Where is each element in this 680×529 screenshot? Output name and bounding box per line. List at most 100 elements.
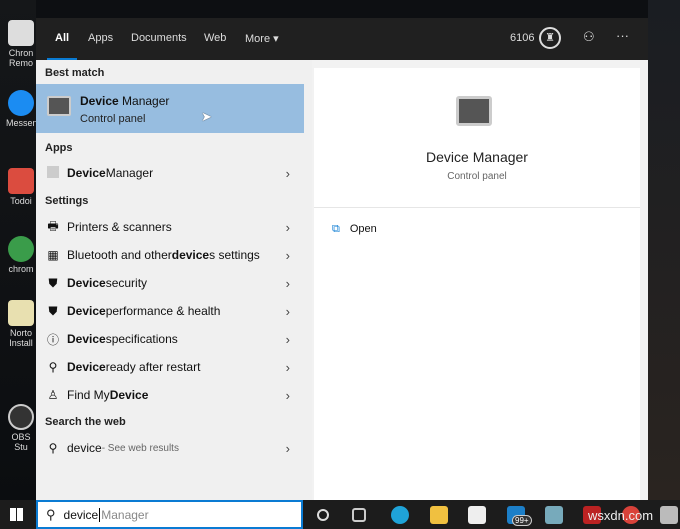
item-bold: Device — [67, 166, 106, 180]
best-match-title: Manager — [118, 94, 170, 108]
device-manager-large-icon — [456, 96, 492, 126]
shield-icon: ⛊ — [48, 275, 58, 290]
settings-item[interactable]: ⓘ Device specifications › — [36, 326, 304, 352]
mouse-cursor-icon: ➤ — [201, 109, 212, 124]
item-text: Printers & scanners — [67, 220, 172, 234]
find-device-icon: ♙ — [47, 388, 59, 402]
search-icon: ⚲ — [48, 441, 58, 455]
search-input[interactable]: ⚲ device Manager — [36, 500, 303, 529]
divider — [314, 207, 640, 208]
info-icon: ⓘ — [46, 332, 59, 347]
settings-item[interactable]: ♙ Find My Device › — [36, 382, 304, 408]
caret-down-icon: ▾ — [273, 33, 279, 45]
app-device-manager[interactable]: Device Manager › — [36, 160, 304, 186]
search-typed-text: device — [63, 507, 99, 522]
app-placeholder-icon — [45, 165, 61, 181]
bluetooth-devices-icon: ▦ — [47, 248, 59, 262]
windows-start-icon[interactable] — [10, 508, 23, 521]
item-text: security — [105, 276, 148, 290]
item-text: Find My — [67, 388, 110, 402]
chevron-right-icon[interactable]: › — [286, 388, 290, 403]
open-action[interactable]: ⧉ Open — [332, 223, 377, 236]
printer-icon: 🖶 — [47, 218, 59, 233]
tab-more-label: More — [245, 33, 271, 45]
app-icon[interactable] — [545, 506, 563, 524]
desktop-icon-messenger[interactable]: Messen — [6, 90, 38, 128]
best-match-subtitle: Control panel — [80, 113, 146, 125]
rewards-points: 6106 — [510, 32, 535, 44]
item-bold: Device — [67, 304, 106, 318]
desktop-icon-label: Chron Remo — [8, 48, 34, 68]
text-cursor — [99, 507, 101, 522]
section-settings: Settings — [45, 195, 89, 207]
best-match-device-manager[interactable]: Device Manager Control panel ➤ — [36, 84, 304, 133]
open-icon: ⧉ — [332, 223, 340, 235]
desktop-icon-label: Norto Install — [9, 328, 33, 348]
tab-more[interactable]: More ▾ — [245, 32, 279, 45]
chevron-right-icon[interactable]: › — [286, 166, 290, 181]
search-suggestion: Manager — [101, 507, 149, 522]
chevron-right-icon[interactable]: › — [286, 332, 290, 347]
device-manager-icon — [47, 96, 71, 116]
more-options-icon[interactable]: ··· — [616, 28, 629, 43]
tab-documents[interactable]: Documents — [131, 32, 187, 44]
chevron-right-icon[interactable]: › — [286, 441, 290, 456]
desktop-icon-norton[interactable]: Norto Install — [6, 300, 36, 348]
chevron-right-icon[interactable]: › — [286, 304, 290, 319]
desktop-icon-chrome[interactable]: chrom — [6, 236, 36, 274]
item-bold: Device — [109, 388, 149, 402]
item-text: s settings — [209, 248, 260, 262]
desktop-icon-label: Todoi — [10, 196, 32, 206]
task-view-icon[interactable] — [352, 508, 366, 522]
web-result-device[interactable]: ⚲ device - See web results › — [36, 435, 304, 461]
settings-item[interactable]: 🖶 Printers & scanners › — [36, 214, 304, 240]
settings-item[interactable]: ⚲ Device ready after restart › — [36, 354, 304, 380]
cortana-icon[interactable] — [317, 509, 329, 521]
key-icon: ⚲ — [48, 360, 58, 374]
settings-item[interactable]: ⛊ Device security › — [36, 270, 304, 296]
item-text: specifications — [105, 332, 178, 346]
settings-item[interactable]: ⛊ Device performance & health › — [36, 298, 304, 324]
desktop-icon-chrome-remote[interactable]: Chron Remo — [6, 20, 36, 68]
store-icon[interactable] — [468, 506, 486, 524]
chevron-right-icon[interactable]: › — [286, 220, 290, 235]
feedback-icon[interactable]: ⚇ — [583, 29, 595, 45]
chevron-right-icon[interactable]: › — [286, 360, 290, 375]
desktop-icon-label: chrom — [8, 264, 34, 274]
desktop-icon-obs[interactable]: OBS Stu — [6, 404, 36, 452]
preview-subtitle: Control panel — [447, 171, 507, 182]
item-text: Bluetooth and other — [67, 248, 172, 262]
item-text: Manager — [105, 166, 154, 180]
desktop-background — [648, 0, 680, 500]
tab-all[interactable]: All — [46, 32, 78, 60]
web-query: device — [67, 441, 102, 455]
notification-badge: 99+ — [512, 515, 532, 526]
desktop-icon-todoist[interactable]: Todoi — [6, 168, 36, 206]
edge-icon[interactable] — [391, 506, 409, 524]
search-icon: ⚲ — [46, 506, 56, 522]
settings-item[interactable]: ▦ Bluetooth and other device s settings › — [36, 242, 304, 268]
chevron-right-icon[interactable]: › — [286, 248, 290, 263]
desktop-icon-label: Messen — [6, 118, 38, 128]
desktop-icon-label: OBS Stu — [11, 432, 31, 452]
item-bold: Device — [67, 276, 106, 290]
item-bold: Device — [67, 360, 106, 374]
item-bold: device — [171, 248, 210, 262]
results-list: Best match Device Manager Control panel … — [36, 60, 312, 500]
best-match-title-bold: Device — [80, 94, 119, 108]
open-label: Open — [349, 223, 377, 235]
file-explorer-icon[interactable] — [430, 506, 448, 524]
desktop: Chron Remo Messen Todoi chrom Norto Inst… — [0, 0, 38, 500]
tab-apps[interactable]: Apps — [88, 32, 113, 44]
chevron-right-icon[interactable]: › — [286, 276, 290, 291]
trophy-icon[interactable]: ♜ — [539, 27, 561, 49]
web-suffix: - See web results — [101, 442, 179, 454]
tab-web[interactable]: Web — [204, 32, 226, 44]
item-text: ready after restart — [105, 360, 201, 374]
app-icon-gray[interactable] — [660, 506, 678, 524]
section-best-match: Best match — [45, 67, 105, 79]
search-header: All Apps Documents Web More ▾ 6106 ♜ ⚇ ·… — [36, 18, 648, 60]
item-text: performance & health — [105, 304, 221, 318]
item-bold: Device — [67, 332, 106, 346]
preview-title: Device Manager — [426, 149, 528, 165]
